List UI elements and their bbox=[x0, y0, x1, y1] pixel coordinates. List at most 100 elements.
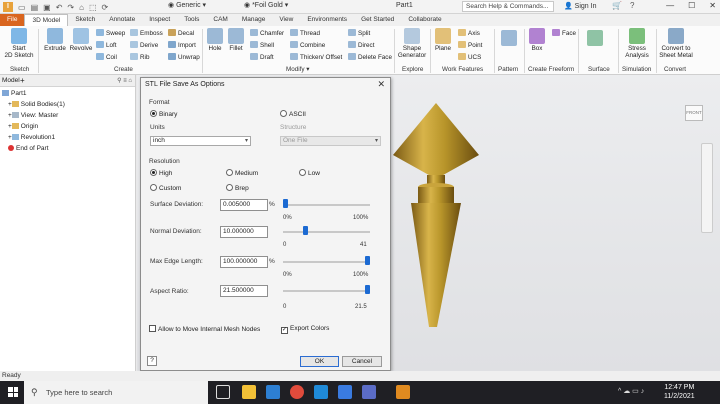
thicken-offset-button[interactable]: Thicken/ Offset bbox=[290, 53, 342, 61]
normal-deviation-slider-thumb[interactable] bbox=[302, 226, 308, 235]
max-edge-length-input[interactable]: 100.000000 bbox=[220, 256, 268, 268]
open-icon[interactable]: ▤ bbox=[31, 3, 39, 12]
extrude-button[interactable]: Extrude bbox=[42, 28, 68, 52]
tree-node-part[interactable]: Part1 bbox=[2, 90, 27, 97]
tab-environments[interactable]: Environments bbox=[300, 14, 354, 26]
low-radio[interactable]: Low bbox=[299, 169, 320, 177]
units-select[interactable]: inch ▾ bbox=[150, 136, 251, 146]
unwrap-button[interactable]: Unwrap bbox=[168, 53, 200, 61]
ok-button[interactable]: OK bbox=[300, 356, 339, 367]
max-edge-length-slider-track[interactable] bbox=[283, 261, 370, 263]
axis-button[interactable]: Axis bbox=[458, 29, 480, 37]
tab-model[interactable]: Model bbox=[2, 77, 20, 84]
sweep-button[interactable]: Sweep bbox=[96, 29, 125, 37]
export-colors-checkbox[interactable]: ✓ Export Colors bbox=[281, 325, 329, 334]
update-icon[interactable]: ⟳ bbox=[102, 3, 109, 12]
tab-annotate[interactable]: Annotate bbox=[102, 14, 142, 26]
tree-node-origin[interactable]: + Origin bbox=[8, 123, 38, 130]
draft-button[interactable]: Draft bbox=[250, 53, 274, 61]
ucs-button[interactable]: UCS bbox=[458, 53, 481, 61]
thread-button[interactable]: Thread bbox=[290, 29, 320, 37]
taskbar-search-input[interactable]: ⚲ Type here to search bbox=[24, 381, 208, 404]
viewcube-icon[interactable]: FRONT bbox=[685, 105, 703, 121]
binary-radio[interactable]: Binary bbox=[150, 110, 177, 118]
browser-menu-icons[interactable]: ⚲ ≡ ⌂ bbox=[117, 75, 132, 87]
tab-tools[interactable]: Tools bbox=[177, 14, 206, 26]
help-search-input[interactable]: Search Help & Commands... bbox=[462, 1, 554, 12]
start-sketch-button[interactable]: Start 2D Sketch bbox=[4, 28, 34, 59]
tab-view[interactable]: View bbox=[272, 14, 300, 26]
pattern-button[interactable] bbox=[498, 30, 520, 47]
direct-button[interactable]: Direct bbox=[348, 41, 374, 49]
point-button[interactable]: Point bbox=[458, 41, 482, 49]
inventor-taskbar-icon[interactable] bbox=[396, 385, 410, 399]
delete-face-button[interactable]: Delete Face bbox=[348, 53, 392, 61]
help-button[interactable]: ? bbox=[147, 356, 157, 366]
tab-cam[interactable]: CAM bbox=[206, 14, 234, 26]
windows-start-icon[interactable] bbox=[8, 387, 18, 397]
help-icon[interactable]: ? bbox=[630, 1, 634, 10]
ascii-radio[interactable]: ASCII bbox=[280, 110, 306, 118]
high-radio[interactable]: High bbox=[150, 169, 172, 177]
inventor-logo-icon[interactable]: I bbox=[3, 2, 13, 12]
cart-icon[interactable]: 🛒 bbox=[612, 1, 622, 10]
fillet-button[interactable]: Fillet bbox=[226, 28, 246, 52]
tree-node-view[interactable]: + View: Master bbox=[8, 112, 58, 119]
save-icon[interactable]: ▣ bbox=[43, 3, 51, 12]
convert-sheet-metal-button[interactable]: Convert to Sheet Metal bbox=[658, 28, 694, 59]
maximize-icon[interactable]: ☐ bbox=[688, 1, 695, 10]
file-explorer-icon[interactable] bbox=[242, 385, 256, 399]
emboss-button[interactable]: Emboss bbox=[130, 29, 163, 37]
normal-deviation-slider-track[interactable] bbox=[283, 231, 370, 233]
coil-button[interactable]: Coil bbox=[96, 53, 117, 61]
max-edge-length-slider-thumb[interactable] bbox=[365, 256, 370, 265]
teams-icon[interactable] bbox=[362, 385, 376, 399]
tab-3d-model[interactable]: 3D Model bbox=[24, 14, 69, 26]
edge-icon[interactable] bbox=[314, 385, 328, 399]
appearance-selector[interactable]: ◉ *Foil Gold ▾ bbox=[244, 1, 288, 9]
aspect-ratio-input[interactable]: 21.500000 bbox=[220, 285, 268, 297]
tab-sketch[interactable]: Sketch bbox=[68, 14, 102, 26]
material-selector[interactable]: ◉ Generic ▾ bbox=[168, 1, 206, 9]
new-icon[interactable]: ▭ bbox=[18, 3, 26, 12]
home-icon[interactable]: ⌂ bbox=[79, 3, 84, 12]
store-icon[interactable] bbox=[338, 385, 352, 399]
sign-in-button[interactable]: 👤 Sign In bbox=[564, 2, 596, 10]
face-button[interactable]: Face bbox=[552, 29, 576, 37]
import-button[interactable]: Import bbox=[168, 41, 196, 49]
tab-collaborate[interactable]: Collaborate bbox=[401, 14, 448, 26]
plane-button[interactable]: Plane bbox=[432, 28, 454, 52]
tab-file[interactable]: File bbox=[0, 14, 25, 26]
surface-deviation-input[interactable]: 0.005000 bbox=[220, 199, 268, 211]
tree-node-solid-bodies[interactable]: + Solid Bodies(1) bbox=[8, 101, 65, 108]
system-tray-icons[interactable]: ^ ☁ ▭ ♪ bbox=[618, 387, 644, 395]
stress-analysis-button[interactable]: Stress Analysis bbox=[622, 28, 652, 59]
select-icon[interactable]: ⬚ bbox=[89, 3, 97, 12]
tab-get-started[interactable]: Get Started bbox=[354, 14, 401, 26]
surface-deviation-slider-thumb[interactable] bbox=[283, 199, 288, 208]
aspect-ratio-slider-thumb[interactable] bbox=[365, 285, 370, 294]
surface-deviation-slider-track[interactable] bbox=[283, 204, 370, 206]
chamfer-button[interactable]: Chamfer bbox=[250, 29, 284, 37]
loft-button[interactable]: Loft bbox=[96, 41, 117, 49]
tree-node-end-of-part[interactable]: End of Part bbox=[8, 145, 49, 152]
hole-button[interactable]: Hole bbox=[205, 28, 225, 52]
mail-icon[interactable] bbox=[266, 385, 280, 399]
chrome-icon[interactable] bbox=[290, 385, 304, 399]
cancel-button[interactable]: Cancel bbox=[342, 356, 382, 367]
tree-node-revolution[interactable]: + Revolution1 bbox=[8, 134, 55, 141]
tab-manage[interactable]: Manage bbox=[235, 14, 273, 26]
brep-radio[interactable]: Brep bbox=[226, 184, 249, 192]
redo-icon[interactable]: ↷ bbox=[67, 3, 74, 12]
taskbar-clock[interactable]: 12:47 PM 11/2/2021 bbox=[664, 383, 695, 401]
close-icon[interactable]: ✕ bbox=[709, 1, 716, 10]
minimize-icon[interactable]: — bbox=[666, 1, 674, 10]
medium-radio[interactable]: Medium bbox=[226, 169, 258, 177]
shape-generator-button[interactable]: Shape Generator bbox=[396, 28, 428, 59]
add-icon[interactable]: + bbox=[20, 75, 25, 87]
undo-icon[interactable]: ↶ bbox=[56, 3, 63, 12]
normal-deviation-input[interactable]: 10.000000 bbox=[220, 226, 268, 238]
split-button[interactable]: Split bbox=[348, 29, 370, 37]
box-button[interactable]: Box bbox=[528, 28, 546, 52]
close-icon[interactable]: ✕ bbox=[377, 79, 385, 90]
